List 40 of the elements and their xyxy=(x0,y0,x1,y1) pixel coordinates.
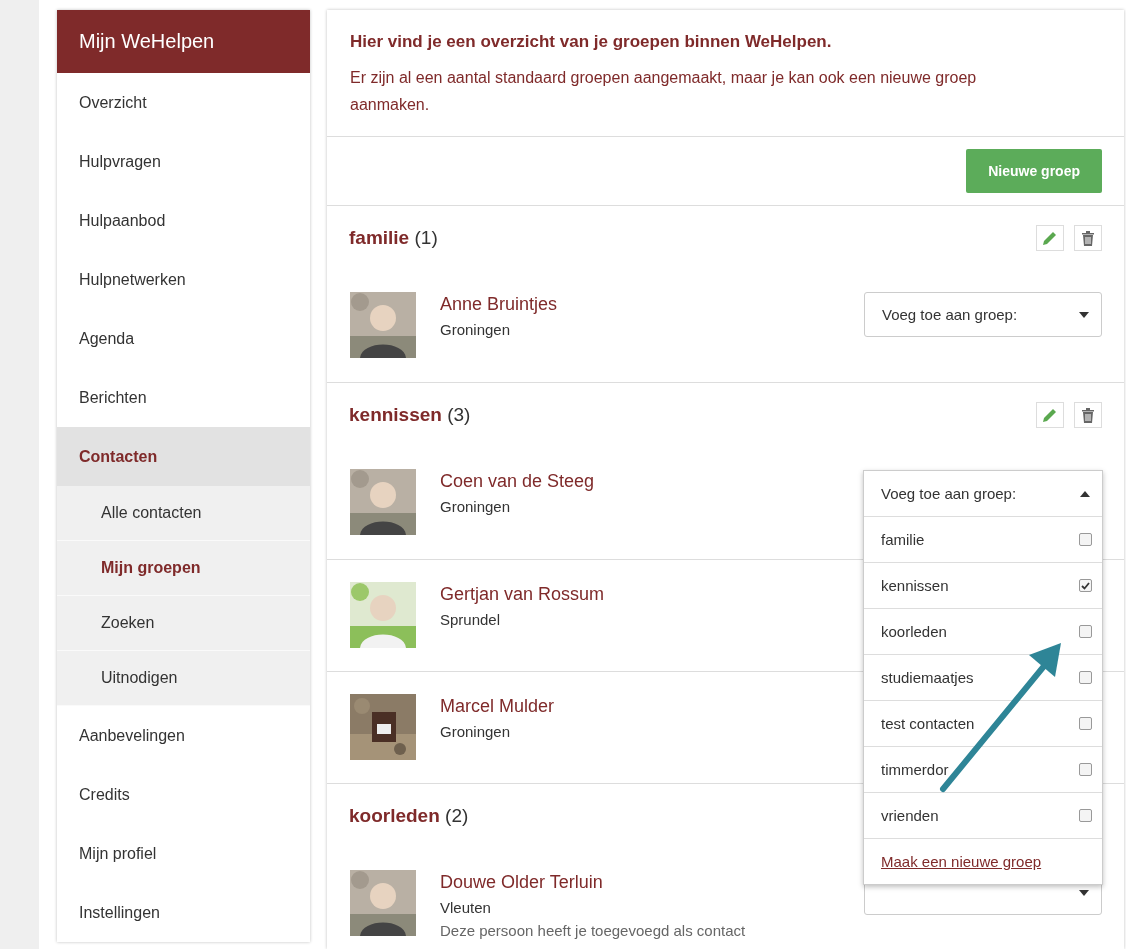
sidebar-subitem[interactable]: Zoeken xyxy=(57,596,310,651)
sidebar-item[interactable]: Mijn profiel xyxy=(57,824,310,883)
contact-name[interactable]: Douwe Older Terluin xyxy=(440,872,603,893)
contact-name[interactable]: Gertjan van Rossum xyxy=(440,584,605,605)
sidebar-title: Mijn WeHelpen xyxy=(57,10,310,73)
contact-note: Deze persoon heeft je toegevoegd als contact xyxy=(440,922,746,939)
contact-city: Sprundel xyxy=(440,611,501,628)
intro-heading: Hier vind je een overzicht van je groepen binnen WeHelpen. xyxy=(350,32,833,52)
contact-name[interactable]: Coen van de Steeg xyxy=(440,471,595,492)
new-group-link[interactable]: Maak een nieuwe groep xyxy=(864,839,1102,884)
sidebar-item[interactable]: Hulpvragen xyxy=(57,132,310,191)
sidebar-item[interactable]: Instellingen xyxy=(57,883,310,942)
menu-option[interactable]: vrienden xyxy=(864,793,1102,839)
sidebar-item[interactable]: Berichten xyxy=(57,368,310,427)
sidebar-item[interactable]: Hulpnetwerken xyxy=(57,250,310,309)
sidebar-item[interactable]: Hulpaanbod xyxy=(57,191,310,250)
sidebar-subitem[interactable]: Alle contacten xyxy=(57,486,310,541)
contact-city: Groningen xyxy=(440,498,511,515)
sidebar-item[interactable]: Aanbevelingen xyxy=(57,706,310,765)
menu-option[interactable]: test contacten xyxy=(864,701,1102,747)
group-title: kennissen (3) xyxy=(349,404,471,426)
menu-option[interactable]: timmerdor xyxy=(864,747,1102,793)
contact-name[interactable]: Anne Bruintjes xyxy=(440,294,558,315)
group-select[interactable]: Voeg toe aan groep: xyxy=(864,292,1102,337)
contact-city: Groningen xyxy=(440,723,511,740)
sidebar-item[interactable]: Contacten xyxy=(57,427,310,486)
contact-city: Groningen xyxy=(440,321,511,338)
group-title: familie (1) xyxy=(349,227,438,249)
sidebar-item[interactable]: Credits xyxy=(57,765,310,824)
sidebar-subitem[interactable]: Uitnodigen xyxy=(57,651,310,706)
sidebar-item[interactable]: Agenda xyxy=(57,309,310,368)
menu-option[interactable]: kennissen xyxy=(864,563,1102,609)
menu-option[interactable]: familie xyxy=(864,517,1102,563)
contact-city: Vleuten xyxy=(440,899,491,916)
sidebar-item[interactable]: Overzicht xyxy=(57,73,310,132)
intro-text: Er zijn al een aantal standaard groepen aangemaakt, maar je kan ook een nieuwe groep aanmaken. xyxy=(350,68,978,115)
group-select[interactable]: Voeg toe aan groep: xyxy=(864,471,1102,517)
group-title: koorleden (2) xyxy=(349,805,469,827)
contact-name[interactable]: Marcel Mulder xyxy=(440,696,555,717)
sidebar-subitem[interactable]: Mijn groepen xyxy=(57,541,310,596)
